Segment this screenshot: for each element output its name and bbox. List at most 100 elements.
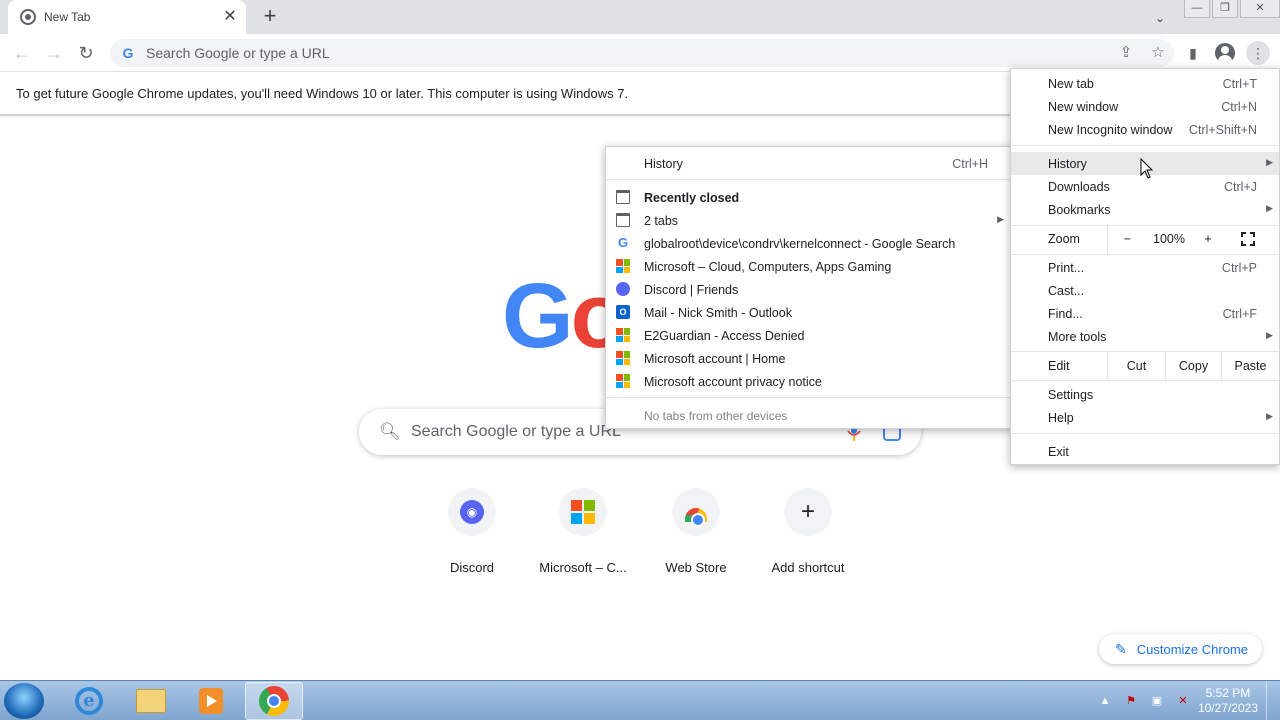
cut-button[interactable]: Cut: [1107, 351, 1165, 381]
menu-item-label: Microsoft – Cloud, Computers, Apps Gamin…: [644, 260, 892, 274]
menu-item-new-tab[interactable]: New tab Ctrl+T: [1011, 72, 1279, 95]
menu-item-more-tools[interactable]: More tools ▶: [1011, 325, 1279, 348]
menu-item-shortcut: Ctrl+J: [1224, 180, 1257, 194]
taskbar-internet-explorer[interactable]: e: [60, 682, 118, 720]
share-icon[interactable]: ⇪: [1110, 39, 1142, 67]
history-menu-item[interactable]: G globalroot\device\condrv\kernelconnect…: [606, 232, 1012, 255]
menu-edit-row: Edit Cut Copy Paste: [1011, 351, 1279, 381]
menu-item-new-window[interactable]: New window Ctrl+N: [1011, 95, 1279, 118]
menu-item-find[interactable]: Find... Ctrl+F: [1011, 302, 1279, 325]
forward-arrow-icon[interactable]: →: [42, 41, 66, 65]
volume-muted-icon[interactable]: ✕: [1174, 693, 1192, 709]
zoom-level: 100%: [1153, 232, 1185, 246]
chrome-main-menu: New tab Ctrl+T New window Ctrl+N New Inc…: [1010, 68, 1280, 465]
network-icon[interactable]: ▣: [1148, 693, 1166, 709]
chrome-menu-kebab-icon[interactable]: ⋮: [1246, 41, 1270, 65]
taskbar-clock[interactable]: 5:52 PM 10/27/2023: [1198, 686, 1258, 716]
zoom-in-button[interactable]: +: [1191, 224, 1225, 254]
fullscreen-icon[interactable]: [1241, 232, 1255, 246]
tab-strip: New Tab ✕ + ⌄ — ❐ ✕: [0, 0, 1280, 34]
menu-item-exit[interactable]: Exit: [1011, 440, 1279, 463]
show-desktop-button[interactable]: [1266, 681, 1280, 720]
tab-search-chevron-icon[interactable]: ⌄: [1150, 8, 1170, 28]
history-menu-item[interactable]: E2Guardian - Access Denied: [606, 324, 1012, 347]
submenu-arrow-icon: ▶: [1266, 411, 1273, 421]
copy-button[interactable]: Copy: [1165, 351, 1221, 381]
infobar-message: To get future Google Chrome updates, you…: [16, 86, 629, 101]
discord-icon: ◉: [460, 500, 484, 524]
menu-item-cast[interactable]: Cast...: [1011, 279, 1279, 302]
menu-item-label: Bookmarks: [1048, 203, 1111, 217]
side-panel-icon[interactable]: ▮: [1181, 41, 1205, 65]
minimize-button[interactable]: —: [1184, 0, 1210, 18]
shortcut-microsoft[interactable]: Microsoft – C...: [527, 488, 639, 575]
shortcut-discord[interactable]: ◉ Discord: [416, 488, 528, 575]
menu-item-label: New Incognito window: [1048, 123, 1173, 137]
submenu-arrow-icon: ▶: [1266, 157, 1273, 167]
history-menu-item-recently-closed[interactable]: Recently closed: [606, 186, 1012, 209]
menu-item-label: 2 tabs: [644, 214, 679, 228]
system-tray: ▲ ⚑ ▣ ✕: [1096, 681, 1200, 720]
shortcut-add[interactable]: + Add shortcut: [752, 488, 864, 575]
window-close-button[interactable]: ✕: [1240, 0, 1280, 18]
window-icon: [616, 213, 630, 227]
shortcut-web-store[interactable]: Web Store: [640, 488, 752, 575]
outlook-icon: O: [616, 305, 630, 319]
pencil-icon: ✎: [1115, 640, 1127, 657]
folder-icon: [136, 689, 166, 713]
back-arrow-icon[interactable]: ←: [10, 41, 34, 65]
mouse-cursor-icon: [1140, 158, 1154, 179]
start-button-windows-icon[interactable]: [4, 683, 44, 719]
bookmark-star-icon[interactable]: ☆: [1142, 39, 1174, 67]
menu-item-help[interactable]: Help ▶: [1011, 406, 1279, 429]
customize-chrome-button[interactable]: ✎ Customize Chrome: [1099, 634, 1262, 664]
toolbar: ← → ↻ G Search Google or type a URL ⇪ ☆ …: [0, 34, 1280, 72]
history-menu-item[interactable]: O Mail - Nick Smith - Outlook: [606, 301, 1012, 324]
tab-close-icon[interactable]: ✕: [220, 7, 240, 27]
history-menu-item-history[interactable]: History Ctrl+H: [606, 152, 1012, 175]
menu-item-print[interactable]: Print... Ctrl+P: [1011, 256, 1279, 279]
tab-new-tab[interactable]: New Tab ✕: [8, 0, 246, 34]
history-menu-item-2-tabs[interactable]: 2 tabs ▶: [606, 209, 1012, 232]
taskbar-media-player[interactable]: [182, 682, 240, 720]
menu-item-new-incognito[interactable]: New Incognito window Ctrl+Shift+N: [1011, 118, 1279, 141]
plus-icon: +: [800, 498, 815, 525]
history-submenu: History Ctrl+H Recently closed 2 tabs ▶ …: [605, 146, 1013, 429]
menu-item-label: Edit: [1048, 359, 1070, 373]
reload-icon[interactable]: ↻: [74, 41, 98, 65]
menu-item-bookmarks[interactable]: Bookmarks ▶: [1011, 198, 1279, 221]
action-center-flag-icon[interactable]: ⚑: [1122, 693, 1140, 709]
history-menu-item[interactable]: Discord | Friends: [606, 278, 1012, 301]
menu-item-shortcut: Ctrl+T: [1222, 77, 1257, 91]
menu-item-settings[interactable]: Settings: [1011, 383, 1279, 406]
internet-explorer-icon: e: [75, 687, 103, 715]
menu-item-label: Mail - Nick Smith - Outlook: [644, 306, 792, 320]
menu-separator: [1011, 254, 1279, 255]
menu-item-label: E2Guardian - Access Denied: [644, 329, 805, 343]
new-tab-button[interactable]: +: [258, 5, 282, 29]
zoom-out-button[interactable]: −: [1107, 224, 1147, 254]
restore-button[interactable]: ❐: [1212, 0, 1238, 18]
history-menu-item[interactable]: Microsoft – Cloud, Computers, Apps Gamin…: [606, 255, 1012, 278]
menu-item-label: Cast...: [1048, 284, 1085, 298]
menu-item-label: Print...: [1048, 261, 1085, 275]
omnibox[interactable]: G Search Google or type a URL ⇪ ☆: [110, 39, 1174, 67]
menu-item-shortcut: Ctrl+F: [1222, 307, 1257, 321]
history-menu-item[interactable]: Microsoft account | Home: [606, 347, 1012, 370]
omnibox-input[interactable]: Search Google or type a URL: [146, 45, 1174, 61]
menu-item-label: Exit: [1048, 445, 1069, 459]
profile-button[interactable]: [1213, 41, 1237, 65]
discord-icon: [616, 282, 630, 296]
clock-date: 10/27/2023: [1197, 701, 1258, 715]
microsoft-icon: [616, 259, 630, 273]
menu-item-shortcut: Ctrl+H: [952, 157, 988, 171]
taskbar-file-explorer[interactable]: [122, 682, 180, 720]
paste-button[interactable]: Paste: [1221, 351, 1279, 381]
menu-item-label: globalroot\device\condrv\kernelconnect -…: [644, 237, 956, 251]
menu-item-label: Zoom: [1048, 232, 1080, 246]
taskbar-chrome[interactable]: [245, 682, 303, 720]
microsoft-icon: [616, 374, 630, 388]
show-hidden-icons-icon[interactable]: ▲: [1096, 693, 1114, 709]
history-menu-item[interactable]: Microsoft account privacy notice: [606, 370, 1012, 393]
menu-item-label: History: [644, 157, 683, 171]
